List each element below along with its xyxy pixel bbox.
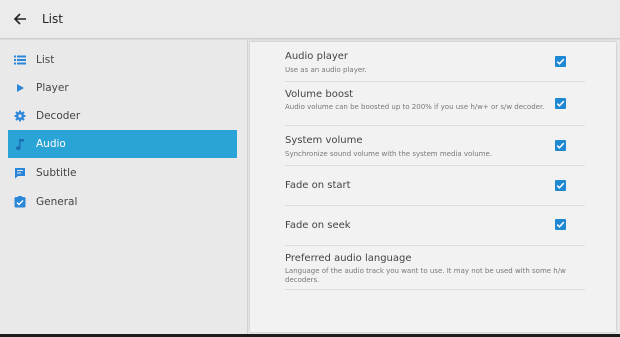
checkbox-badge-icon bbox=[14, 196, 26, 208]
setting-description: Synchronize sound volume with the system… bbox=[285, 150, 493, 158]
music-note-icon bbox=[14, 138, 26, 150]
sidebar-item-general[interactable]: General bbox=[8, 188, 237, 216]
setting-description: Audio volume can be boosted up to 200% i… bbox=[285, 103, 545, 111]
sidebar-item-label: Decoder bbox=[36, 110, 81, 122]
setting-fade-on-start[interactable]: Fade on start bbox=[285, 166, 585, 206]
back-button[interactable] bbox=[10, 9, 30, 29]
app-title: List bbox=[42, 12, 63, 26]
sidebar-item-label: Player bbox=[36, 82, 69, 94]
list-icon bbox=[14, 54, 26, 66]
sidebar-item-decoder[interactable]: Decoder bbox=[8, 102, 237, 130]
setting-fade-on-seek[interactable]: Fade on seek bbox=[285, 206, 585, 246]
setting-volume-boost[interactable]: Volume boost Audio volume can be boosted… bbox=[285, 82, 585, 126]
setting-system-volume[interactable]: System volume Synchronize sound volume w… bbox=[285, 126, 585, 166]
setting-preferred-audio-language[interactable]: Preferred audio language Language of the… bbox=[285, 246, 585, 290]
sidebar-item-player[interactable]: Player bbox=[8, 74, 237, 102]
sidebar-item-audio[interactable]: Audio bbox=[8, 130, 237, 158]
app-bar: List bbox=[0, 0, 620, 38]
setting-title: Volume boost bbox=[285, 89, 354, 100]
setting-title: System volume bbox=[285, 135, 363, 146]
sidebar-item-label: List bbox=[36, 54, 55, 66]
arrow-back-icon bbox=[13, 13, 26, 25]
setting-title: Fade on seek bbox=[285, 220, 351, 231]
sidebar-item-label: Subtitle bbox=[36, 167, 77, 179]
volume-boost-checkbox[interactable] bbox=[555, 98, 566, 109]
setting-title: Preferred audio language bbox=[285, 253, 412, 264]
fade-on-seek-checkbox[interactable] bbox=[555, 219, 566, 230]
audio-player-checkbox[interactable] bbox=[555, 56, 566, 67]
subtitle-icon bbox=[14, 167, 26, 179]
setting-title: Fade on start bbox=[285, 180, 351, 191]
sidebar-item-label: Audio bbox=[36, 138, 66, 150]
play-icon bbox=[14, 82, 26, 94]
setting-title: Audio player bbox=[285, 51, 349, 62]
system-volume-checkbox[interactable] bbox=[555, 140, 566, 151]
sidebar: List Player Decoder Audio Subtitle Gener… bbox=[0, 40, 248, 334]
setting-audio-player[interactable]: Audio player Use as an audio player. bbox=[285, 42, 585, 82]
setting-description: Language of the audio track you want to … bbox=[285, 267, 566, 284]
sidebar-item-list[interactable]: List bbox=[8, 46, 237, 74]
sidebar-item-label: General bbox=[36, 196, 78, 208]
sidebar-item-subtitle[interactable]: Subtitle bbox=[8, 159, 237, 187]
fade-on-start-checkbox[interactable] bbox=[555, 180, 566, 191]
audio-settings-panel: Audio player Use as an audio player. Vol… bbox=[250, 42, 616, 332]
gear-icon bbox=[14, 110, 26, 122]
setting-description: Use as an audio player. bbox=[285, 66, 367, 74]
panel-divider bbox=[247, 40, 248, 334]
